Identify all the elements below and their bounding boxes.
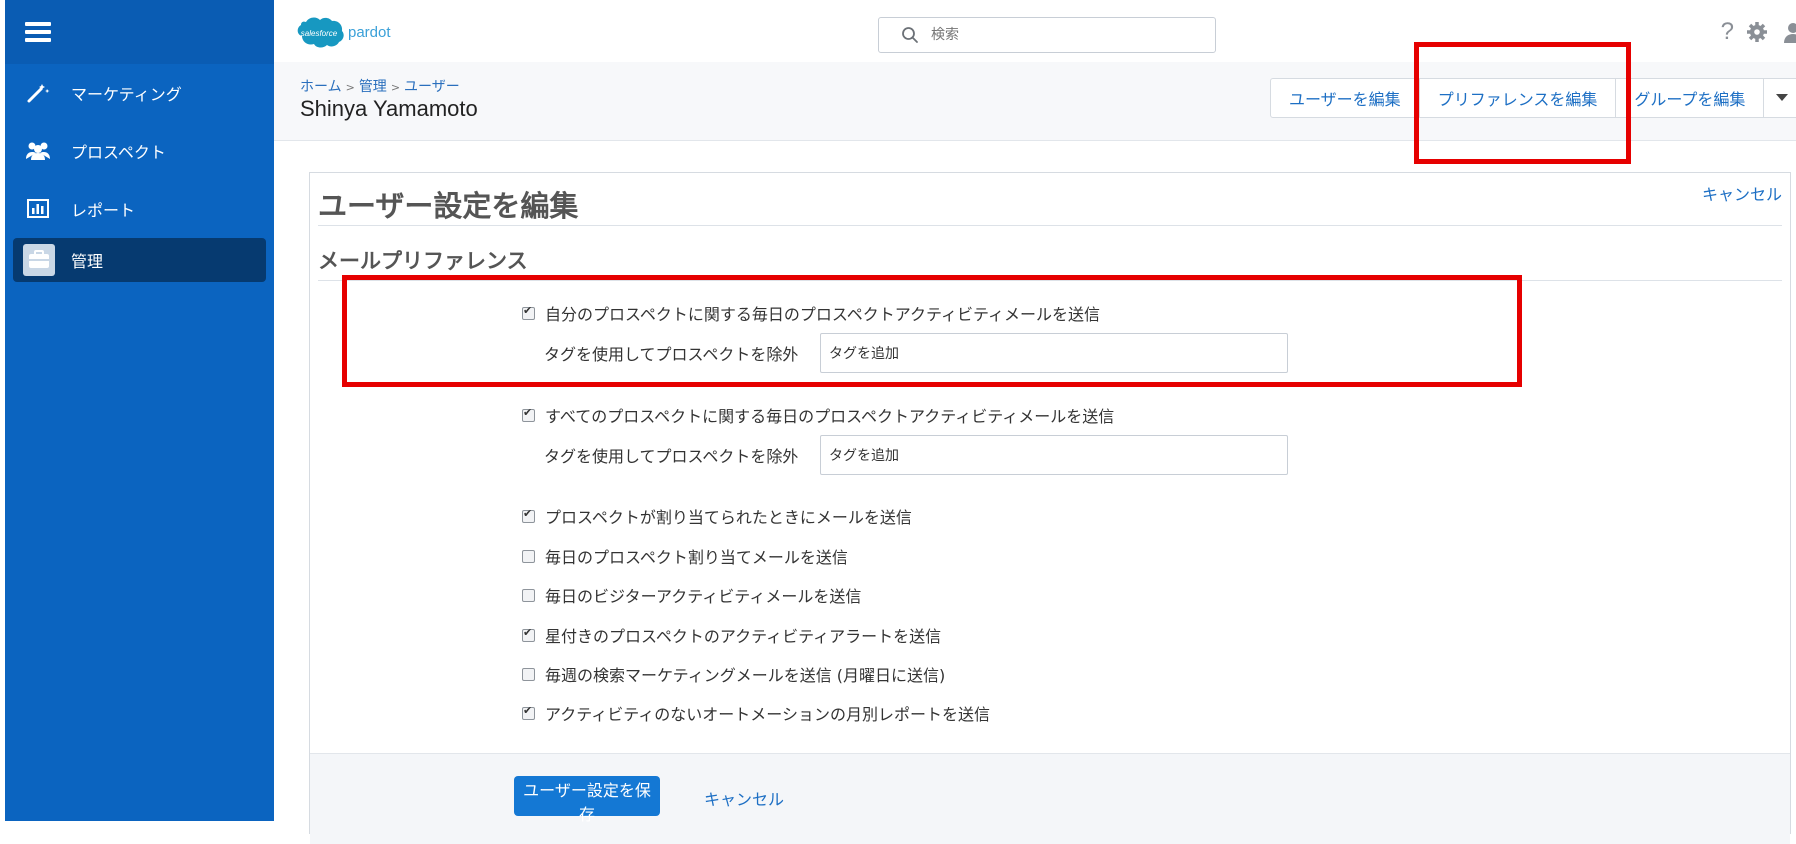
option-label: 毎日のプロスペクト割り当てメールを送信 xyxy=(545,548,848,567)
checkbox[interactable] xyxy=(522,507,535,523)
salesforce-cloud-icon: salesforce xyxy=(297,17,344,48)
option-label: アクティビティのないオートメーションの月別レポートを送信 xyxy=(545,705,990,724)
product-name: pardot xyxy=(348,23,391,41)
checkbox[interactable] xyxy=(522,626,535,642)
briefcase-icon xyxy=(23,244,55,276)
cancel-link-bottom[interactable]: キャンセル xyxy=(704,786,784,810)
divider xyxy=(318,280,1782,281)
hamburger-menu-icon[interactable] xyxy=(25,22,51,42)
option-weekly-search-email[interactable]: 毎週の検索マーケティングメールを送信 (月曜日に送信) xyxy=(522,662,945,686)
option-label: 毎週の検索マーケティングメールを送信 (月曜日に送信) xyxy=(545,666,946,685)
more-actions-button[interactable] xyxy=(1764,79,1796,117)
sidebar-item-prospects[interactable]: プロスペクト xyxy=(5,122,274,180)
tag-exclude-label: タグを使用してプロスペクトを除外 xyxy=(544,345,799,364)
option-monthly-automation-report[interactable]: アクティビティのないオートメーションの月別レポートを送信 xyxy=(522,701,990,725)
sidebar-item-admin[interactable]: 管理 xyxy=(13,238,266,282)
option-label: プロスペクトが割り当てられたときにメールを送信 xyxy=(545,508,912,527)
magic-wand-icon xyxy=(23,81,53,105)
search-input[interactable] xyxy=(929,26,1183,44)
option-starred-alerts[interactable]: 星付きのプロスペクトのアクティビティアラートを送信 xyxy=(522,623,941,647)
tag-input[interactable]: タグを追加 xyxy=(820,333,1288,373)
sidebar-item-label: 管理 xyxy=(71,252,104,271)
chevron-down-icon xyxy=(1776,94,1789,101)
edit-groups-button[interactable]: グループを編集 xyxy=(1616,79,1765,117)
edit-preferences-button[interactable]: プリファレンスを編集 xyxy=(1420,79,1617,117)
action-button-group: ユーザーを編集 プリファレンスを編集 グループを編集 xyxy=(1270,78,1796,118)
checkbox[interactable] xyxy=(522,304,535,320)
section-title: メールプリファレンス xyxy=(318,249,528,273)
option-label: 自分のプロスペクトに関する毎日のプロスペクトアクティビティメールを送信 xyxy=(545,305,1101,324)
option-daily-assignment-email[interactable]: 毎日のプロスペクト割り当てメールを送信 xyxy=(522,544,848,568)
breadcrumb: ホーム > 管理 > ユーザー xyxy=(300,76,460,96)
people-icon xyxy=(23,139,53,163)
search-icon xyxy=(902,27,918,43)
checkbox[interactable] xyxy=(522,588,535,602)
tag-exclude-row: タグを使用してプロスペクトを除外 タグを追加 xyxy=(544,435,1288,475)
svg-text:salesforce: salesforce xyxy=(301,29,338,38)
option-own-prospect-activity-email[interactable]: 自分のプロスペクトに関する毎日のプロスペクトアクティビティメールを送信 xyxy=(522,301,1100,325)
breadcrumb-admin[interactable]: 管理 xyxy=(359,79,387,95)
option-label: 毎日のビジターアクティビティメールを送信 xyxy=(545,587,862,606)
search-box[interactable] xyxy=(878,17,1216,53)
top-header: salesforce pardot ? xyxy=(274,0,1796,63)
option-assigned-email[interactable]: プロスペクトが割り当てられたときにメールを送信 xyxy=(522,504,912,528)
option-all-prospect-activity-email[interactable]: すべてのプロスペクトに関する毎日のプロスペクトアクティビティメールを送信 xyxy=(522,403,1114,427)
header-utility-icons: ? xyxy=(1721,18,1796,46)
form-footer: ユーザー設定を保存 キャンセル xyxy=(310,753,1790,844)
tag-input[interactable]: タグを追加 xyxy=(820,435,1288,475)
tag-exclude-row: タグを使用してプロスペクトを除外 タグを追加 xyxy=(544,333,1288,373)
report-chart-icon xyxy=(23,197,53,221)
option-daily-visitor-email[interactable]: 毎日のビジターアクティビティメールを送信 xyxy=(522,583,861,607)
gear-icon[interactable] xyxy=(1746,21,1768,43)
help-icon[interactable]: ? xyxy=(1721,18,1734,46)
breadcrumb-users[interactable]: ユーザー xyxy=(404,79,460,95)
user-avatar-icon[interactable] xyxy=(1782,21,1796,43)
sidebar-item-label: レポート xyxy=(71,201,136,220)
sidebar-item-label: マーケティング xyxy=(71,85,182,104)
sidebar-item-label: プロスペクト xyxy=(71,143,166,162)
breadcrumb-separator: > xyxy=(390,81,401,94)
save-settings-button[interactable]: ユーザー設定を保存 xyxy=(514,776,660,824)
breadcrumb-home[interactable]: ホーム xyxy=(300,79,342,95)
divider xyxy=(318,225,1782,226)
sidebar-item-marketing[interactable]: マーケティング xyxy=(5,64,274,122)
page-title: Shinya Yamamoto xyxy=(300,96,478,121)
option-label: すべてのプロスペクトに関する毎日のプロスペクトアクティビティメールを送信 xyxy=(545,407,1115,426)
cancel-link-top[interactable]: キャンセル xyxy=(1702,181,1782,205)
form-title: ユーザー設定を編集 xyxy=(318,189,579,223)
checkbox[interactable] xyxy=(522,549,535,563)
salesforce-pardot-logo[interactable]: salesforce pardot xyxy=(292,14,391,50)
sidebar-top xyxy=(5,0,274,64)
checkbox[interactable] xyxy=(522,406,535,422)
breadcrumb-separator: > xyxy=(345,81,355,94)
checkbox[interactable] xyxy=(522,704,535,720)
sidebar: マーケティング プロスペクト レポート 管理 xyxy=(5,0,274,821)
option-label: 星付きのプロスペクトのアクティビティアラートを送信 xyxy=(545,627,942,646)
edit-user-settings-panel: ユーザー設定を編集 キャンセル メールプリファレンス 自分のプロスペクトに関する… xyxy=(309,172,1791,844)
checkbox[interactable] xyxy=(522,667,535,681)
edit-user-button[interactable]: ユーザーを編集 xyxy=(1271,79,1420,117)
sidebar-item-reports[interactable]: レポート xyxy=(5,180,274,238)
tag-exclude-label: タグを使用してプロスペクトを除外 xyxy=(544,447,799,466)
page-header: ホーム > 管理 > ユーザー Shinya Yamamoto ユーザーを編集 プリファ… xyxy=(274,62,1796,141)
